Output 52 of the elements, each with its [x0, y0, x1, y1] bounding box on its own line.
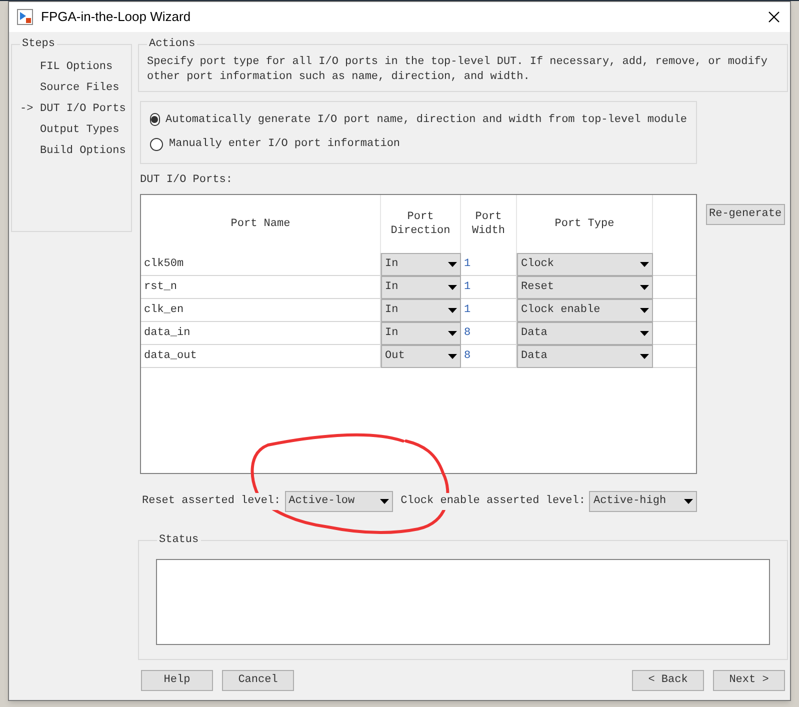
direction-dropdown[interactable]: In [381, 276, 461, 299]
option-label: Manually enter I/O port information [169, 137, 400, 152]
clock-enable-level-label: Clock enable asserted level: [400, 493, 586, 510]
direction-dropdown[interactable]: In [381, 253, 461, 276]
caret-icon [640, 354, 649, 359]
dialog-button[interactable]: < Back [632, 670, 704, 691]
dialog-button[interactable]: Cancel [222, 670, 294, 691]
option-label: Automatically generate I/O port name, direction and width from top-level module [166, 112, 687, 128]
dialog-button[interactable]: Next > [713, 670, 785, 691]
status-title: Status [158, 533, 200, 548]
caret-icon [640, 285, 649, 290]
step-item: FIL Options [40, 60, 113, 74]
direction-dropdown[interactable]: Out [381, 345, 461, 368]
step-item: Output Types [40, 124, 120, 136]
radio-button[interactable] [150, 113, 160, 126]
caret-icon [448, 285, 457, 290]
actions-description: Specify port type for all I/O ports in the top-level DUT. If necessary, add, remove, or modify other port information such as name, direction, and width. [147, 54, 769, 84]
step-item: Source Files [40, 82, 120, 94]
type-dropdown[interactable]: Data [517, 345, 653, 368]
window-title: FPGA-in-the-Loop Wizard [41, 8, 191, 26]
caret-icon [684, 499, 694, 504]
caret-icon [380, 499, 389, 504]
regenerate-button[interactable]: Re-generate [706, 204, 785, 225]
caret-icon [448, 262, 457, 267]
current-step-marker: -> [20, 102, 34, 114]
direction-dropdown[interactable]: In [381, 299, 461, 322]
clock-enable-level-dropdown[interactable]: Active-high [589, 491, 698, 512]
step-item: Build Options [40, 144, 126, 158]
actions-title: Actions [148, 37, 196, 52]
caret-icon [448, 331, 457, 336]
caret-icon [448, 308, 457, 313]
type-dropdown[interactable]: Clock enable [517, 299, 653, 322]
step-item: DUT I/O Ports [40, 102, 126, 116]
reset-level-label: Reset asserted level: [142, 493, 281, 510]
column-header: Port Width [461, 195, 517, 253]
reset-level-dropdown[interactable]: Active-low [284, 491, 393, 512]
radio-button[interactable] [150, 138, 163, 151]
column-header: Port Name [141, 195, 381, 253]
ports-label: DUT I/O Ports: [140, 172, 234, 188]
status-text-area[interactable] [156, 558, 770, 644]
dialog-button[interactable]: Help [141, 670, 213, 691]
caret-icon [448, 354, 457, 359]
caret-icon [640, 262, 649, 267]
app-icon [17, 9, 33, 25]
type-dropdown[interactable]: Clock [517, 253, 653, 276]
type-dropdown[interactable]: Data [517, 322, 653, 345]
type-dropdown[interactable]: Reset [517, 276, 653, 299]
close-icon[interactable] [768, 11, 780, 23]
caret-icon [640, 308, 649, 313]
caret-icon [640, 331, 649, 336]
steps-title: Steps [21, 37, 56, 52]
direction-dropdown[interactable]: In [381, 322, 461, 345]
